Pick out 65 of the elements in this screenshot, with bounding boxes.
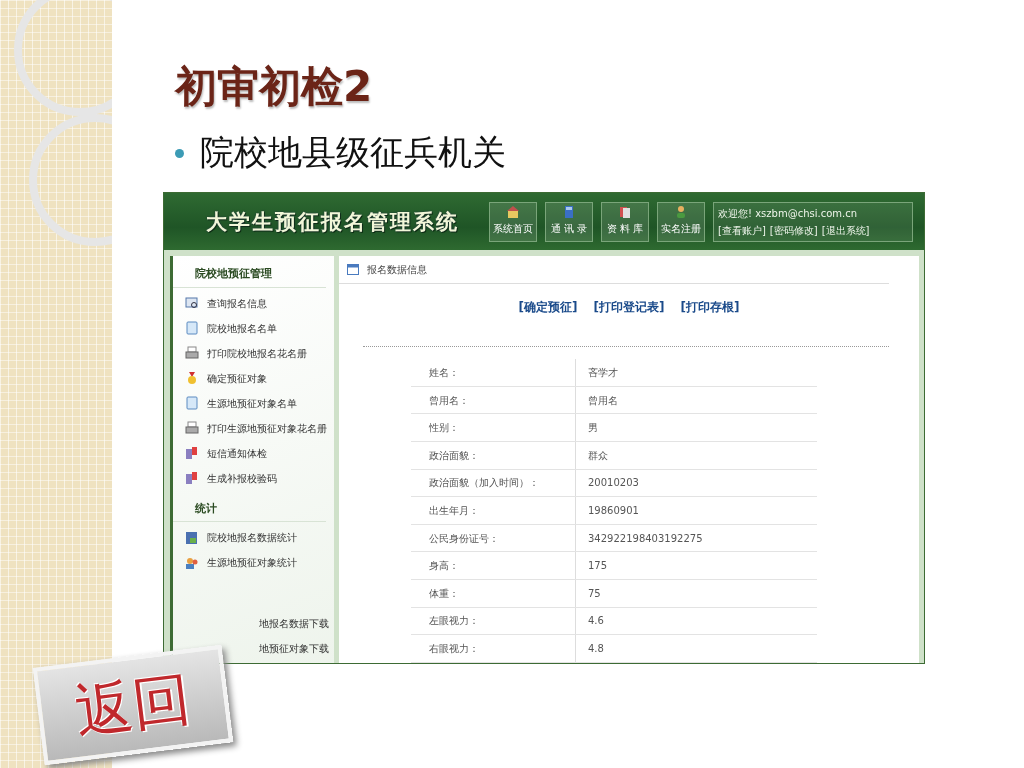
field-value: 175 — [587, 559, 608, 574]
sidebar-item[interactable]: 确定预征对象 — [173, 365, 334, 391]
sidebar-item[interactable]: 生成补报校验码 — [173, 465, 334, 491]
field-value: 19860901 — [587, 504, 639, 518]
sidebar-item[interactable]: 院校地报名名单 — [173, 315, 334, 341]
medal-icon — [185, 371, 199, 386]
doc-icon — [185, 321, 199, 336]
field-value: 曾用名 — [587, 393, 618, 408]
welcome-text: 欢迎您! xszbm@chsi.com.cn — [718, 206, 859, 221]
field-value: 342922198403192275 — [587, 531, 703, 546]
field-value: 吝学才 — [587, 366, 618, 381]
book-icon — [562, 204, 576, 219]
field-label: 政治面貌： — [411, 442, 576, 469]
print-icon — [185, 346, 199, 361]
print-icon — [185, 421, 199, 436]
sidebar-item[interactable]: 生源地预征对象统计 — [173, 550, 334, 576]
bullet-dot — [175, 148, 184, 158]
stats-icon — [185, 530, 199, 545]
app-title: 大学生预征报名管理系统 — [206, 207, 459, 236]
account-link[interactable]: [查看账户] — [718, 222, 766, 238]
slide-title: 初审初检2 — [175, 62, 374, 113]
field-value: 男 — [587, 421, 598, 436]
action-link[interactable]: [打印存根] — [680, 298, 740, 317]
search-icon — [185, 296, 199, 311]
field-label: 曾用名： — [411, 386, 576, 414]
field-label: 右眼视力： — [411, 635, 576, 662]
field-label: 出生年月： — [411, 497, 576, 524]
sidebar-item[interactable]: 地报名数据下载 — [259, 611, 334, 637]
account-link[interactable]: [退出系统] — [821, 222, 870, 238]
sidebar-item[interactable]: 查询报名信息 — [173, 290, 334, 316]
field-label: 身高： — [411, 552, 576, 579]
field-value: 75 — [587, 586, 601, 601]
field-label: 姓名： — [411, 359, 576, 386]
nav-button[interactable]: 实名注册 — [657, 201, 705, 242]
home-icon — [506, 204, 520, 219]
sidebar-item[interactable]: 短信通知体检 — [173, 440, 334, 466]
action-link[interactable]: [确定预征] — [518, 298, 578, 317]
doc-icon — [185, 396, 199, 411]
account-link[interactable]: [密码修改] — [769, 222, 818, 238]
field-value: 4.6 — [587, 614, 604, 629]
nav-button[interactable]: 通 讯 录 — [545, 201, 593, 242]
field-value: 群众 — [587, 448, 608, 463]
field-label: 性别： — [411, 414, 576, 442]
field-label: 公民身份证号： — [411, 524, 576, 552]
nav-button[interactable]: 资 料 库 — [601, 201, 649, 242]
field-label: 政治面貌（加入时间）： — [411, 469, 576, 497]
section-heading: 统计 — [173, 494, 326, 523]
sidebar-item[interactable]: 生源地预征对象名单 — [173, 390, 334, 416]
person-icon — [674, 204, 688, 219]
sidebar-item[interactable]: 地预征对象下载 — [259, 636, 334, 662]
table-icon — [347, 264, 359, 276]
section-heading: 院校地预征管理 — [173, 260, 326, 288]
field-value: 20010203 — [587, 476, 639, 491]
sidebar-item[interactable]: 院校地报名数据统计 — [173, 525, 334, 551]
sidebar-item[interactable]: 打印生源地预征对象花名册 — [173, 415, 334, 441]
field-value: 4.8 — [587, 642, 604, 656]
field-label: 左眼视力： — [411, 607, 576, 635]
files-icon — [618, 204, 632, 219]
nav-button[interactable]: 系统首页 — [489, 201, 537, 242]
field-label: 体重： — [411, 580, 576, 607]
panel-title: 报名数据信息 — [367, 263, 427, 278]
people-icon — [185, 555, 199, 570]
action-link[interactable]: [打印登记表] — [593, 298, 665, 317]
bullet-text: 院校地县级征兵机关 — [200, 134, 506, 172]
sidebar-item[interactable]: 打印院校地报名花名册 — [173, 340, 334, 366]
